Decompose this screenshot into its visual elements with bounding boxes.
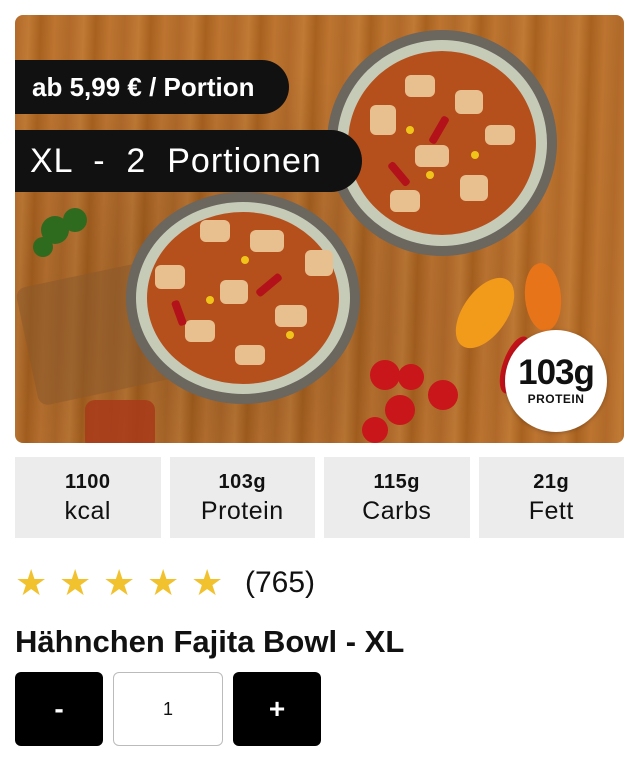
nutrition-value: 21g	[533, 470, 570, 493]
nutrition-label: Fett	[528, 496, 574, 525]
product-title: Hähnchen Fajita Bowl - XL	[15, 624, 405, 659]
nutrition-facts: 1100 kcal 103g Protein 115g Carbs 21g Fe…	[15, 457, 624, 538]
nutrition-label: kcal	[64, 496, 111, 525]
portion-size-label: XL - 2 Portionen	[15, 130, 362, 192]
nutrition-label: Protein	[200, 496, 284, 525]
star-icon: ★	[15, 562, 48, 603]
star-icon: ★	[103, 562, 136, 603]
nutrition-item-kcal: 1100 kcal	[15, 457, 161, 538]
price-per-portion-label: ab 5,99 € / Portion	[15, 60, 289, 114]
protein-badge-label: PROTEIN	[527, 392, 585, 406]
nutrition-value: 115g	[373, 470, 420, 493]
protein-badge: 103g PROTEIN	[505, 330, 607, 432]
nutrition-item-protein: 103g Protein	[169, 457, 315, 538]
rating[interactable]: ★ ★ ★ ★ ★ (765)	[15, 562, 315, 604]
increase-quantity-button[interactable]: +	[233, 672, 321, 746]
protein-badge-value: 103g	[518, 353, 595, 392]
review-count[interactable]: (765)	[245, 566, 315, 600]
star-icon: ★	[147, 562, 180, 603]
nutrition-item-fat: 21g Fett	[478, 457, 624, 538]
star-icon: ★	[59, 562, 92, 603]
nutrition-value: 1100	[65, 470, 111, 493]
star-icon: ★	[191, 562, 224, 603]
nutrition-label: Carbs	[362, 496, 432, 525]
nutrition-value: 103g	[218, 470, 267, 493]
nutrition-item-carbs: 115g Carbs	[324, 457, 470, 538]
decrease-quantity-button[interactable]: -	[15, 672, 103, 746]
quantity-input[interactable]	[113, 672, 223, 746]
